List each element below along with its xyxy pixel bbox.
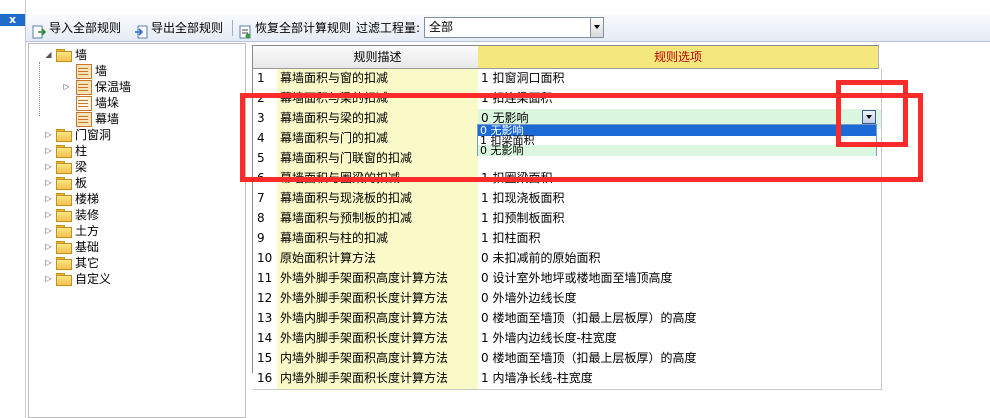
table-row[interactable]: 16 内墙外脚手架面积长度计算方法 1 内墙净长线-柱宽度 <box>253 369 882 390</box>
tree-item-label: 柱 <box>75 144 88 158</box>
rule-description-cell[interactable]: 幕墙面积与现浇板的扣减 <box>277 189 482 210</box>
tree-item-label: 自定义 <box>75 272 112 286</box>
header-rule-option[interactable]: 规则选项 <box>478 46 879 69</box>
filter-label: 过滤工程量: <box>356 21 421 35</box>
rule-option-cell[interactable]: 0 设计室外地坪或楼地面至墙顶高度 <box>478 269 882 290</box>
tree-item-label: 楼梯 <box>75 192 100 206</box>
tree-item-label: 其它 <box>75 256 100 270</box>
rule-description-cell[interactable]: 幕墙面积与柱的扣减 <box>277 229 482 250</box>
rule-option-cell[interactable]: 1 外墙内边线长度-柱宽度 <box>478 329 882 350</box>
table-row[interactable]: 11 外墙外脚手架面积高度计算方法 0 设计室外地坪或楼地面至墙顶高度 <box>253 269 882 290</box>
rule-description-cell[interactable]: 原始面积计算方法 <box>277 249 482 270</box>
tree-item-label: 梁 <box>75 160 88 174</box>
rule-description-cell[interactable]: 外墙内脚手架面积长度计算方法 <box>277 329 482 350</box>
header-index <box>253 46 278 69</box>
folder-icon <box>56 161 72 174</box>
export-label: 导出全部规则 <box>151 21 224 35</box>
rule-option-cell[interactable]: 0 楼地面至墙顶（扣最上层板厚）的高度 <box>478 349 882 370</box>
restore-all-rules-button[interactable]: 恢复全部计算规则 <box>238 14 351 42</box>
tree-item-label: 墙 <box>95 64 108 78</box>
annotation-box-dropdown <box>836 80 908 147</box>
expand-icon[interactable]: ▷ <box>44 127 53 143</box>
expand-icon[interactable]: ▷ <box>44 207 53 223</box>
tree-item-label: 基础 <box>75 240 100 254</box>
tree-item-label: 幕墙 <box>95 112 120 126</box>
expand-icon[interactable]: ▷ <box>44 191 53 207</box>
folder-icon <box>56 129 72 142</box>
tree-item-label: 保温墙 <box>95 80 132 94</box>
insulation-wall-icon <box>76 80 92 95</box>
table-row[interactable]: 13 外墙内脚手架面积高度计算方法 0 楼地面至墙顶（扣最上层板厚）的高度 <box>253 309 882 330</box>
expand-icon[interactable]: ▷ <box>44 255 53 271</box>
folder-icon <box>56 241 72 254</box>
rule-description-cell[interactable]: 幕墙面积与窗的扣减 <box>277 69 482 90</box>
restore-label: 恢复全部计算规则 <box>255 21 352 35</box>
folder-icon <box>56 177 72 190</box>
table-row[interactable]: 14 外墙内脚手架面积长度计算方法 1 外墙内边线长度-柱宽度 <box>253 329 882 350</box>
folder-icon <box>56 257 72 270</box>
rule-description-cell[interactable]: 幕墙面积与预制板的扣减 <box>277 209 482 230</box>
table-row[interactable]: 12 外墙外脚手架面积长度计算方法 0 外墙外边线长度 <box>253 289 882 310</box>
rule-option-cell[interactable]: 0 外墙外边线长度 <box>478 289 882 310</box>
expand-icon[interactable]: ◢ <box>44 47 53 63</box>
table-row[interactable]: 1 幕墙面积与窗的扣减 1 扣窗洞口面积 <box>253 69 882 90</box>
rule-option-cell[interactable]: 0 未扣减前的原始面积 <box>478 249 882 270</box>
expand-icon[interactable]: ▷ <box>44 143 53 159</box>
tree-item-label: 门窗洞 <box>75 128 112 142</box>
import-label: 导入全部规则 <box>49 21 122 35</box>
folder-icon <box>56 49 72 62</box>
table-row[interactable]: 15 内墙外脚手架面积高度计算方法 0 楼地面至墙顶（扣最上层板厚）的高度 <box>253 349 882 370</box>
restore-icon <box>238 21 252 38</box>
rule-option-cell[interactable]: 1 扣现浇板面积 <box>478 189 882 210</box>
tree-item-label: 土方 <box>75 224 100 238</box>
curtain-wall-icon <box>76 112 92 127</box>
rule-option-cell[interactable]: 1 扣柱面积 <box>478 229 882 250</box>
rule-description-cell[interactable]: 外墙外脚手架面积高度计算方法 <box>277 269 482 290</box>
expand-icon[interactable]: ▷ <box>44 159 53 175</box>
tree-guide-line <box>39 62 40 116</box>
tree-item-label: 装修 <box>75 208 100 222</box>
left-strip <box>0 0 26 418</box>
folder-icon <box>56 225 72 238</box>
rule-description-cell[interactable]: 内墙外脚手架面积高度计算方法 <box>277 349 482 370</box>
folder-icon <box>56 145 72 158</box>
rule-description-cell[interactable]: 外墙外脚手架面积长度计算方法 <box>277 289 482 310</box>
export-all-rules-button[interactable]: 导出全部规则 <box>134 14 223 42</box>
expand-icon[interactable]: ▷ <box>44 175 53 191</box>
folder-icon <box>56 209 72 222</box>
annotation-box-rows <box>240 93 923 182</box>
rule-description-cell[interactable]: 内墙外脚手架面积长度计算方法 <box>277 369 482 390</box>
rule-option-cell[interactable]: 1 内墙净长线-柱宽度 <box>478 369 882 390</box>
import-all-rules-button[interactable]: 导入全部规则 <box>32 14 121 42</box>
toolbar-separator <box>232 20 233 36</box>
table-row[interactable]: 8 幕墙面积与预制板的扣减 1 扣预制板面积 <box>253 209 882 230</box>
rule-option-cell[interactable]: 1 扣预制板面积 <box>478 209 882 230</box>
table-row[interactable]: 7 幕墙面积与现浇板的扣减 1 扣现浇板面积 <box>253 189 882 210</box>
export-icon <box>134 21 148 38</box>
tree-item-label: 墙 <box>75 48 88 62</box>
wall-icon <box>76 64 92 79</box>
table-row[interactable]: 10 原始面积计算方法 0 未扣减前的原始面积 <box>253 249 882 270</box>
expand-icon[interactable]: ▷ <box>44 223 53 239</box>
tree-item-label: 墙垛 <box>95 96 120 110</box>
expand-icon[interactable]: ▷ <box>62 79 71 95</box>
filter-value: 全部 <box>429 20 454 34</box>
header-rule-description[interactable]: 规则描述 <box>277 46 479 69</box>
chevron-down-icon[interactable] <box>590 18 603 37</box>
folder-icon <box>56 193 72 206</box>
folder-icon <box>56 273 72 286</box>
table-row[interactable]: 9 幕墙面积与柱的扣减 1 扣柱面积 <box>253 229 882 250</box>
close-icon[interactable]: x <box>1 12 24 28</box>
rule-description-cell[interactable]: 外墙内脚手架面积高度计算方法 <box>277 309 482 330</box>
rule-option-cell[interactable]: 0 楼地面至墙顶（扣最上层板厚）的高度 <box>478 309 882 330</box>
rule-option-cell[interactable]: 1 扣窗洞口面积 <box>478 69 882 90</box>
expand-icon[interactable]: ▷ <box>44 239 53 255</box>
expand-icon[interactable]: ▷ <box>44 271 53 287</box>
filter-quantity-select[interactable]: 全部 <box>424 17 604 38</box>
tree-item-label: 板 <box>75 176 88 190</box>
wall-pier-icon <box>76 96 92 111</box>
import-icon <box>32 21 47 38</box>
